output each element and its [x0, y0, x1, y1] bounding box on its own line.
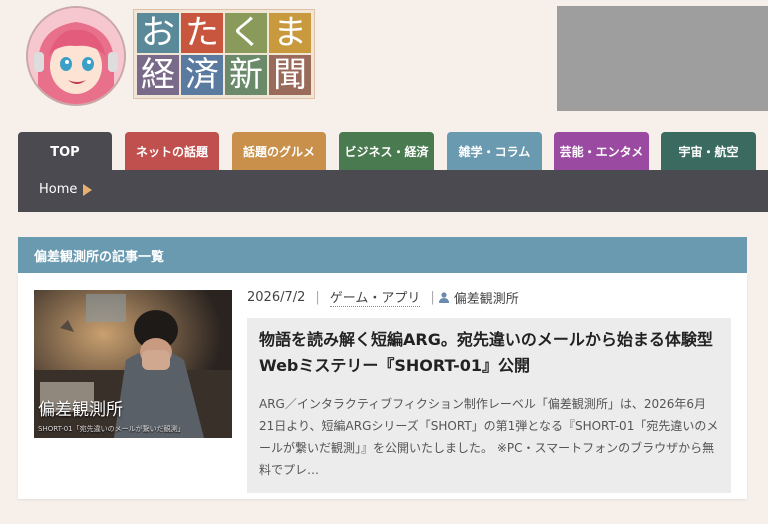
- logo-char: お: [137, 13, 179, 53]
- thumbnail-subtitle: SHORT-01「宛先違いのメールが繋いだ観測」: [38, 425, 185, 433]
- section-title: 偏差観測所の記事一覧: [18, 237, 747, 273]
- nav-tab[interactable]: ビジネス・経済: [339, 132, 434, 170]
- nav-tab[interactable]: 雑学・コラム: [447, 132, 542, 170]
- user-icon: [438, 291, 449, 303]
- breadcrumb-arrow-icon: [83, 184, 92, 196]
- article-excerpt-box[interactable]: 物語を読み解く短編ARG。宛先違いのメールから始まる体験型Webミステリー『SH…: [247, 318, 731, 493]
- article-thumbnail[interactable]: 偏差観測所 SHORT-01「宛先違いのメールが繋いだ観測」: [34, 290, 232, 438]
- nav-tab[interactable]: 話題のグルメ: [232, 132, 326, 170]
- site-title-logo[interactable]: おたくま経済新聞: [133, 9, 315, 99]
- logo-char: 経: [137, 55, 179, 95]
- logo-char: く: [225, 13, 267, 53]
- category-nav: TOP ネットの話題 話題のグルメ ビジネス・経済 雑学・コラム 芸能・エンタメ 宇宙・航空: [18, 132, 768, 172]
- logo-char: 新: [225, 55, 267, 95]
- thumbnail-title: 偏差観測所: [38, 400, 123, 420]
- breadcrumb-home-link[interactable]: Home: [39, 182, 77, 197]
- article-card: 偏差観測所 SHORT-01「宛先違いのメールが繋いだ観測」 2026/7/2 …: [18, 273, 747, 499]
- meta-separator: |: [430, 289, 435, 305]
- nav-tab[interactable]: ネットの話題: [125, 132, 219, 170]
- nav-tab[interactable]: 芸能・エンタメ: [554, 132, 649, 170]
- nav-tab[interactable]: TOP: [18, 132, 112, 172]
- article-headline[interactable]: 物語を読み解く短編ARG。宛先違いのメールから始まる体験型Webミステリー『SH…: [259, 327, 719, 379]
- ad-banner-placeholder: [557, 6, 768, 111]
- article-excerpt: ARG／インタラクティブフィクション制作レーベル「偏差観測所」は、2026年6月…: [259, 397, 719, 477]
- breadcrumb-bar: Home: [18, 170, 768, 212]
- nav-tab[interactable]: 宇宙・航空: [661, 132, 756, 170]
- mascot-illustration: [28, 8, 124, 104]
- article-category-link[interactable]: ゲーム・アプリ: [329, 287, 421, 307]
- site-mascot-logo[interactable]: [28, 8, 124, 104]
- logo-char: た: [181, 13, 223, 53]
- meta-separator: |: [315, 289, 320, 305]
- article-meta: 2026/7/2 | ゲーム・アプリ | 偏差観測所: [247, 287, 519, 307]
- logo-char: ま: [269, 13, 311, 53]
- article-date: 2026/7/2: [247, 289, 306, 305]
- logo-char: 聞: [269, 55, 311, 95]
- logo-char: 済: [181, 55, 223, 95]
- article-author-link[interactable]: 偏差観測所: [454, 288, 519, 307]
